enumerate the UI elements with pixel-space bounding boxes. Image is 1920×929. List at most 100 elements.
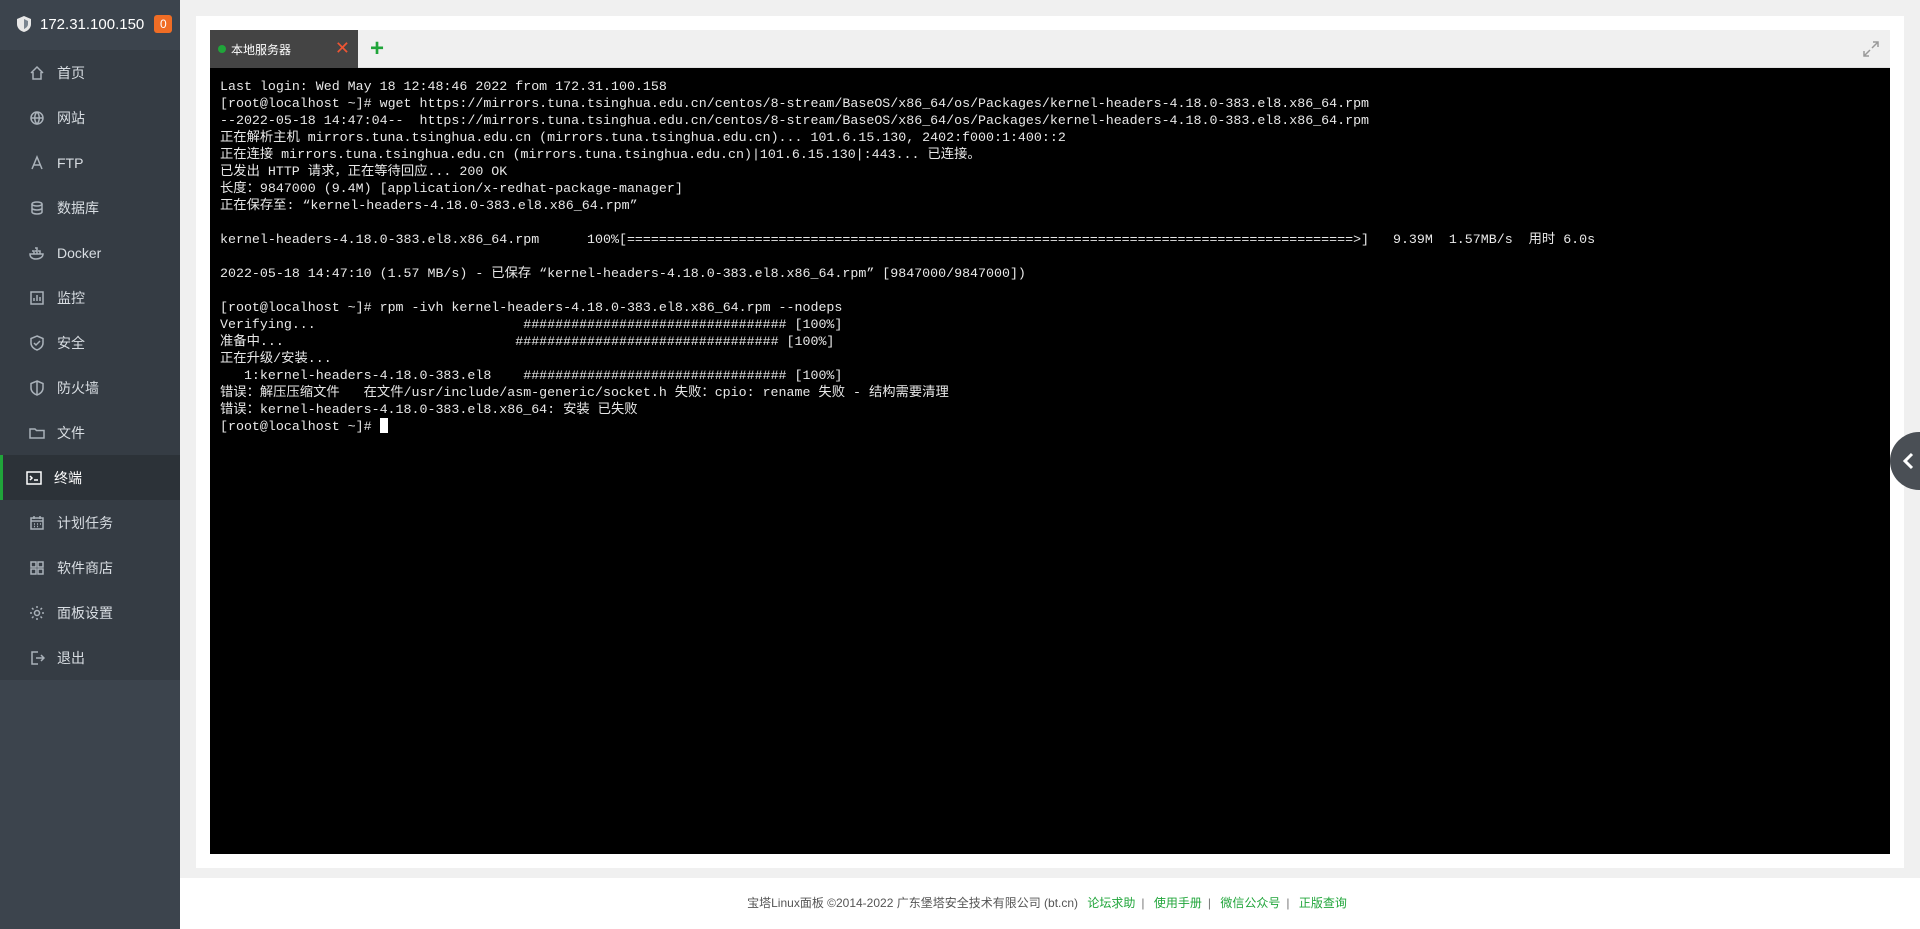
terminal-line-text: 准备中... #################################… — [220, 334, 835, 349]
sidebar-item-label: 防火墙 — [57, 379, 99, 396]
terminal-output[interactable]: Last login: Wed May 18 12:48:46 2022 fro… — [210, 68, 1890, 854]
terminal-line: [root@localhost ~]# rpm -ivh kernel-head… — [220, 299, 1880, 316]
sidebar-item-label: Docker — [57, 244, 102, 261]
sidebar-item-folder[interactable]: 文件 — [0, 410, 180, 455]
terminal-line: 长度：9847000 (9.4M) [application/x-redhat-… — [220, 180, 1880, 197]
home-icon — [29, 65, 45, 81]
footer-link-wechat[interactable]: 微信公众号 — [1220, 896, 1280, 910]
sidebar-item-label: 面板设置 — [57, 604, 113, 621]
terminal-line-text: 已发出 HTTP 请求，正在等待回应... 200 OK — [220, 164, 508, 179]
footer-link-forum[interactable]: 论坛求助 — [1087, 896, 1135, 910]
sidebar-item-label: FTP — [57, 154, 84, 171]
terminal-line: 正在升级/安装... — [220, 350, 1880, 367]
terminal-line: 错误：解压压缩文件 在文件/usr/include/asm-generic/so… — [220, 384, 1880, 401]
sidebar-item-globe[interactable]: 网站 — [0, 95, 180, 140]
terminal-line-text: 长度：9847000 (9.4M) [application/x-redhat-… — [220, 181, 683, 196]
terminal-line: 2022-05-18 14:47:10 (1.57 MB/s) - 已保存 “k… — [220, 265, 1880, 282]
add-tab-icon[interactable]: + — [370, 37, 384, 61]
terminal-line-text: 正在保存至: “kernel-headers-4.18.0-383.el8.x8… — [220, 198, 638, 213]
terminal-line: 正在连接 mirrors.tuna.tsinghua.edu.cn (mirro… — [220, 146, 1880, 163]
fullscreen-icon[interactable] — [1862, 40, 1880, 58]
sidebar-item-label: 文件 — [57, 424, 85, 441]
terminal-cursor — [379, 418, 388, 433]
sidebar-item-ftp[interactable]: FTP — [0, 140, 180, 185]
sidebar-item-label: 安全 — [57, 334, 85, 351]
sidebar-item-label: 网站 — [57, 109, 85, 126]
sidebar-item-label: 首页 — [57, 64, 85, 81]
terminal-line: 正在保存至: “kernel-headers-4.18.0-383.el8.x8… — [220, 197, 1880, 214]
footer-separator: | — [1207, 896, 1212, 910]
main-panel: 本地服务器 ✕ + Last login: Wed May 18 12:48:4… — [196, 16, 1904, 868]
ftp-icon — [29, 154, 45, 171]
terminal-line-text: 错误：解压压缩文件 在文件/usr/include/asm-generic/so… — [220, 385, 949, 400]
globe-icon — [29, 110, 45, 126]
terminal-line: Verifying... ###########################… — [220, 316, 1880, 333]
terminal-line-text: kernel-headers-4.18.0-383.el8.x86_64.rpm… — [220, 232, 1596, 247]
terminal-line: [root@localhost ~]# wget https://mirrors… — [220, 95, 1880, 112]
terminal-line-text: 2022-05-18 14:47:10 (1.57 MB/s) - 已保存 “k… — [220, 266, 1026, 281]
sidebar-item-calendar[interactable]: 计划任务 — [0, 500, 180, 545]
logout-icon — [29, 650, 45, 666]
terminal-line: 1:kernel-headers-4.18.0-383.el8 ########… — [220, 367, 1880, 384]
sidebar-item-label: 软件商店 — [57, 559, 113, 576]
monitor-icon — [29, 290, 45, 306]
sidebar-item-database[interactable]: 数据库 — [0, 185, 180, 230]
footer-separator: | — [1286, 896, 1290, 910]
sidebar-item-grid[interactable]: 软件商店 — [0, 545, 180, 590]
sidebar-item-label: 监控 — [57, 289, 85, 306]
terminal-line-text: [root@localhost ~]# rpm -ivh kernel-head… — [220, 300, 843, 315]
terminal-line: 正在解析主机 mirrors.tuna.tsinghua.edu.cn (mir… — [220, 129, 1880, 146]
notification-badge[interactable]: 0 — [154, 15, 173, 33]
sidebar-item-terminal[interactable]: 终端 — [0, 455, 180, 500]
terminal-line: 错误：kernel-headers-4.18.0-383.el8.x86_64:… — [220, 401, 1880, 418]
terminal-tab-bar: 本地服务器 ✕ + — [210, 30, 1890, 68]
terminal-line: [root@localhost ~]# — [220, 418, 1880, 435]
footer-link-license[interactable]: 正版查询 — [1299, 896, 1347, 910]
terminal-line-text: 正在升级/安装... — [220, 351, 332, 366]
footer-copyright: 宝塔Linux面板 ©2014-2022 广东堡塔安全技术有限公司 (bt.cn… — [747, 896, 1079, 910]
sidebar-item-shield[interactable]: 防火墙 — [0, 365, 180, 410]
server-shield-icon — [17, 16, 31, 32]
sidebar-item-logout[interactable]: 退出 — [0, 635, 180, 680]
sidebar-item-monitor[interactable]: 监控 — [0, 275, 180, 320]
tab-label: 本地服务器 — [231, 42, 292, 57]
shield-check-icon — [29, 334, 45, 351]
docker-icon — [29, 245, 45, 261]
terminal-line-text: Last login: Wed May 18 12:48:46 2022 fro… — [220, 79, 667, 94]
database-icon — [29, 200, 45, 216]
sidebar-item-shield-check[interactable]: 安全 — [0, 320, 180, 365]
close-tab-icon[interactable]: ✕ — [335, 38, 350, 58]
sidebar-item-label: 退出 — [57, 649, 85, 666]
sidebar-item-gear[interactable]: 面板设置 — [0, 590, 180, 635]
sidebar-item-label: 数据库 — [57, 199, 99, 216]
terminal-line-text: 错误：kernel-headers-4.18.0-383.el8.x86_64:… — [220, 402, 638, 417]
sidebar-item-label: 计划任务 — [57, 514, 113, 531]
terminal-line: 准备中... #################################… — [220, 333, 1880, 350]
server-header[interactable]: 172.31.100.150 0 — [0, 0, 180, 48]
terminal-line-text: 1:kernel-headers-4.18.0-383.el8 ########… — [220, 368, 843, 383]
sidebar-item-docker[interactable]: Docker — [0, 230, 180, 275]
terminal-line: kernel-headers-4.18.0-383.el8.x86_64.rpm… — [220, 231, 1880, 248]
nav-menu: 首页网站 FTP 数据库 Docker 监控安全防火墙文件终端计划任务软件商店面板设置退… — [0, 50, 180, 680]
terminal-line-text: 正在连接 mirrors.tuna.tsinghua.edu.cn (mirro… — [220, 147, 981, 162]
terminal-line-text: [root@localhost ~]# wget https://mirrors… — [220, 96, 1370, 111]
tab-local-server[interactable]: 本地服务器 ✕ — [210, 30, 358, 68]
terminal-line-text: Verifying... ###########################… — [220, 317, 843, 332]
terminal-icon — [26, 470, 42, 486]
terminal-line-text: [root@localhost ~]# — [220, 419, 380, 434]
status-dot-icon — [218, 45, 226, 53]
gear-icon — [29, 605, 45, 621]
sidebar-item-label: 终端 — [54, 469, 82, 486]
folder-icon — [29, 425, 45, 441]
footer-link-manual[interactable]: 使用手册 — [1154, 896, 1202, 910]
sidebar: 172.31.100.150 0 首页网站 FTP 数据库 Docker 监控安全防火墙… — [0, 0, 180, 929]
server-ip: 172.31.100.150 — [40, 15, 145, 33]
sidebar-item-home[interactable]: 首页 — [0, 50, 180, 95]
footer-separator: | — [1141, 896, 1145, 910]
terminal-line-text: --2022-05-18 14:47:04-- https://mirrors.… — [220, 113, 1370, 128]
chevron-left-icon — [1902, 452, 1914, 470]
calendar-icon — [29, 515, 45, 531]
